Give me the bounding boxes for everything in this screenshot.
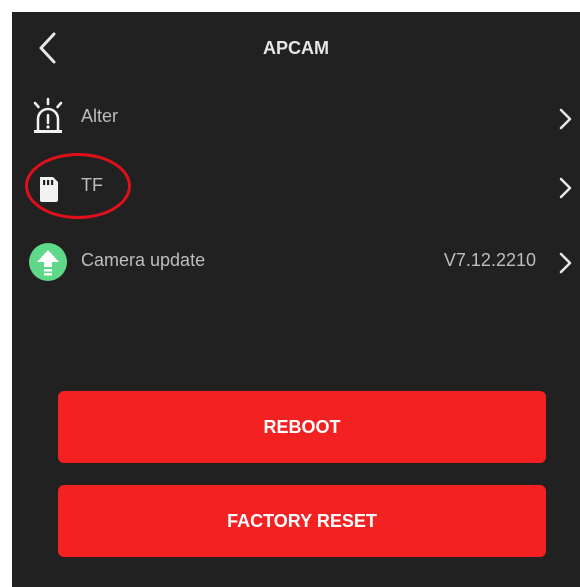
settings-row-label: TF <box>81 175 103 195</box>
firmware-version: V7.12.2210 <box>443 250 536 270</box>
chevron-right-icon <box>559 108 572 130</box>
settings-row-alter[interactable]: Alter <box>12 88 580 148</box>
settings-row-label: Alter <box>81 106 119 126</box>
header: APCAM <box>12 12 580 82</box>
upload-arrow-icon <box>26 240 70 284</box>
reboot-button[interactable]: REBOOT <box>58 391 546 463</box>
page-title: APCAM <box>263 38 329 58</box>
chevron-right-icon <box>559 177 572 199</box>
settings-row-camera-update[interactable]: Camera update V7.12.2210 <box>12 232 580 292</box>
settings-screen: APCAM Alter TF Camera update V7.12.2210 … <box>12 12 580 587</box>
chevron-right-icon <box>559 252 572 274</box>
factory-reset-button[interactable]: FACTORY RESET <box>58 485 546 557</box>
alarm-light-icon <box>26 96 70 140</box>
settings-row-label: Camera update <box>81 250 206 270</box>
sd-card-icon <box>26 165 70 209</box>
settings-row-tf[interactable]: TF <box>12 157 580 217</box>
